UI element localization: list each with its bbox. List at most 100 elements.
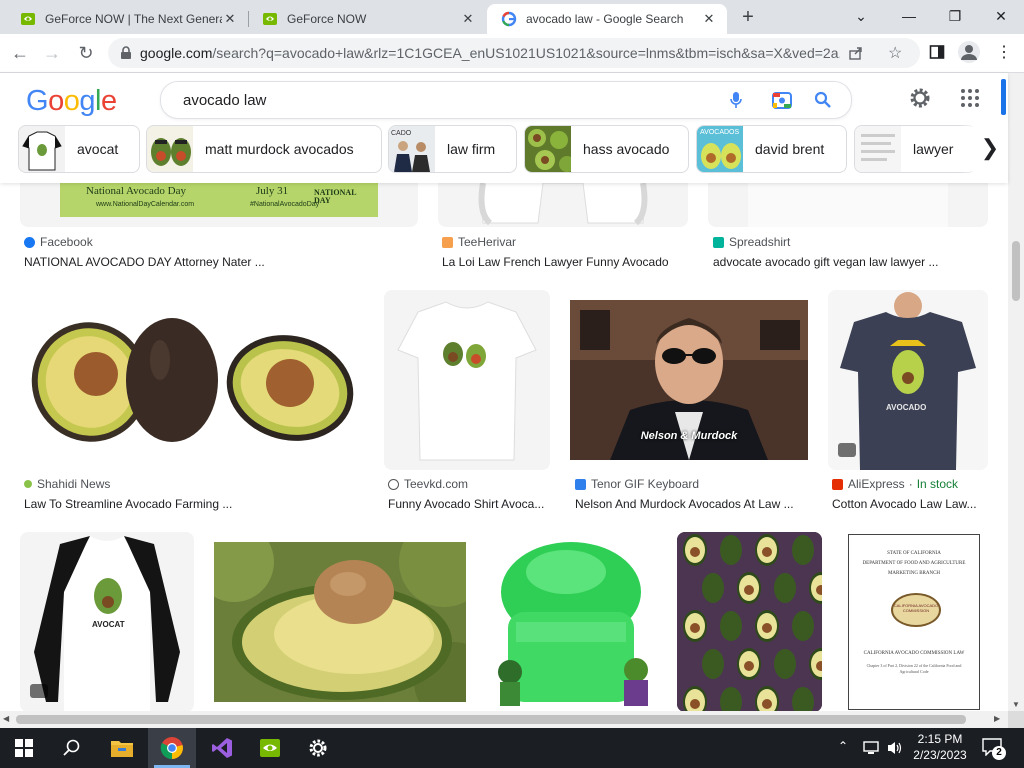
horizontal-scroll-thumb[interactable] (16, 715, 966, 724)
result-source[interactable]: Shahidi News (24, 477, 110, 491)
result-source[interactable]: Spreadshirt (713, 235, 790, 249)
taskbar-file-explorer[interactable] (98, 728, 146, 768)
minimize-button[interactable]: — (886, 0, 932, 32)
person-icon (961, 45, 977, 60)
chip-lawyer[interactable]: lawyer (854, 125, 976, 173)
tab-geforce-now[interactable]: GeForce NOW ✕ (248, 4, 486, 34)
result-image-la-loi-hoodie[interactable] (438, 183, 688, 227)
result-image-cotton-avocado-law[interactable]: AVOCADO (828, 290, 988, 470)
result-image-nelson-murdock[interactable]: Nelson & Murdock (570, 300, 808, 460)
chip-david-brent[interactable]: AVOCADOS david brent (696, 125, 847, 173)
result-image-advocate-avocado[interactable] (708, 183, 988, 227)
result-caption[interactable]: La Loi Law French Lawyer Funny Avocado (442, 255, 692, 269)
camera-lens-icon[interactable] (771, 90, 793, 110)
avocado-whole (702, 573, 724, 603)
address-bar[interactable]: google.com/search?q=avocado+law&rlz=1C1G… (108, 38, 920, 68)
result-caption[interactable]: Nelson And Murdock Avocados At Law ... (575, 497, 813, 511)
close-tab-icon[interactable]: ✕ (701, 11, 717, 27)
scroll-right-arrow-icon[interactable]: ▶ (994, 714, 1000, 723)
result-caption[interactable]: advocate avocado gift vegan law lawyer .… (713, 255, 993, 269)
result-image-green-slime[interactable] (486, 532, 656, 711)
chevron-right-icon: ❯ (980, 135, 1000, 160)
scroll-left-arrow-icon[interactable]: ◀ (3, 714, 9, 723)
tab-geforce-now-next-gen[interactable]: GeForce NOW | The Next Genera ✕ (6, 4, 248, 34)
shirt-shape (748, 183, 948, 227)
show-hidden-icons-chevron-up-icon[interactable]: ⌃ (838, 739, 848, 753)
share-icon[interactable] (848, 45, 864, 61)
result-caption[interactable]: Funny Avocado Shirt Avoca... (388, 497, 552, 511)
microphone-icon[interactable] (729, 91, 743, 109)
taskbar-visual-studio[interactable] (198, 728, 246, 768)
result-image-avocado-shirt[interactable] (384, 290, 550, 470)
result-caption[interactable]: NATIONAL AVOCADO DAY Attorney Nater ... (24, 255, 404, 269)
reload-button[interactable]: ↻ (72, 39, 100, 67)
url-host: google.com (140, 45, 213, 61)
google-logo[interactable]: Google (26, 85, 117, 118)
taskbar-search-button[interactable] (48, 728, 96, 768)
result-source[interactable]: AliExpress · In stock (832, 477, 958, 491)
restore-button[interactable]: ❐ (932, 0, 978, 32)
account-edge (1001, 79, 1006, 115)
chip-label: matt murdock avocados (205, 141, 354, 157)
teeherivar-icon (442, 236, 453, 248)
back-button[interactable]: ← (6, 39, 34, 67)
side-panel-icon[interactable] (929, 44, 945, 60)
bookmark-star-icon[interactable]: ☆ (888, 43, 902, 63)
search-input[interactable] (181, 90, 705, 110)
vertical-scroll-thumb[interactable] (1012, 241, 1020, 301)
action-center-button[interactable]: 2 (982, 738, 1006, 760)
google-icon (501, 11, 517, 27)
horizontal-scrollbar[interactable]: ◀ ▶ (0, 711, 1008, 728)
banner-date: July 31 (256, 185, 289, 197)
taskbar-nvidia[interactable] (246, 728, 294, 768)
chrome-menu-icon[interactable]: ⋮ (996, 42, 1012, 62)
volume-icon[interactable] (886, 740, 904, 756)
close-tab-icon[interactable]: ✕ (222, 11, 238, 27)
avocado-pit (762, 699, 772, 709)
close-tab-icon[interactable]: ✕ (460, 11, 476, 27)
forward-button[interactable]: → (38, 39, 66, 67)
start-button[interactable] (0, 728, 48, 768)
chip-matt-murdock-avocados[interactable]: matt murdock avocados (146, 125, 382, 173)
close-window-button[interactable]: ✕ (978, 0, 1024, 32)
profile-avatar[interactable] (958, 41, 980, 63)
taskbar-settings[interactable] (294, 728, 342, 768)
tab-search-button[interactable]: ⌄ (838, 0, 884, 32)
settings-gear-icon[interactable] (908, 86, 932, 110)
restore-icon: ❐ (948, 7, 962, 24)
source-name: Teevkd.com (404, 477, 469, 491)
tab-avocado-law-search[interactable]: avocado law - Google Search ✕ (487, 4, 727, 34)
result-image-avocados[interactable] (20, 290, 364, 470)
network-icon[interactable] (862, 740, 880, 756)
result-image-commission-law[interactable]: STATE OF CALIFORNIA DEPARTMENT OF FOOD A… (846, 532, 982, 711)
result-image-avocado-pattern[interactable] (677, 532, 822, 711)
separator-dot: · (908, 477, 913, 491)
result-caption[interactable]: Law To Streamline Avocado Farming ... (24, 497, 364, 511)
chip-hass-avocado[interactable]: hass avocado (524, 125, 689, 173)
apps-grid-icon[interactable] (960, 88, 980, 108)
result-image-national-avocado-day[interactable]: National Avocado Day July 31 www.Nationa… (20, 183, 418, 227)
banner-title: National Avocado Day (86, 185, 186, 197)
result-source[interactable]: TeeHerivar (442, 235, 516, 249)
search-icon[interactable] (814, 91, 832, 109)
result-image-avocat-raglan[interactable]: AVOCAT (20, 532, 194, 711)
result-source[interactable]: Teevkd.com (388, 477, 468, 491)
chip-avocat[interactable]: avocat (18, 125, 140, 173)
shahidi-news-icon (24, 480, 32, 488)
settings-gear-icon (309, 739, 327, 757)
vertical-scrollbar[interactable]: ▼ (1008, 73, 1024, 728)
system-clock[interactable]: 2:15 PM 2/23/2023 (908, 731, 972, 763)
search-icon (63, 739, 80, 756)
result-caption[interactable]: Cotton Avocado Law Law... (832, 497, 988, 511)
result-source[interactable]: Facebook (24, 235, 93, 249)
new-tab-button[interactable]: + (736, 6, 760, 30)
result-image-avocado-closeup[interactable] (214, 542, 466, 702)
avocado-whole (774, 649, 796, 679)
result-source[interactable]: Tenor GIF Keyboard (575, 477, 699, 491)
taskbar-chrome[interactable] (148, 728, 196, 768)
spreadshirt-icon (713, 236, 724, 248)
avocado-pit (762, 623, 772, 633)
chip-law-firm[interactable]: CADO law firm (388, 125, 517, 173)
chips-next-button[interactable]: ❯ (972, 123, 1008, 173)
shirt-print-text: AVOCADO (886, 403, 927, 412)
